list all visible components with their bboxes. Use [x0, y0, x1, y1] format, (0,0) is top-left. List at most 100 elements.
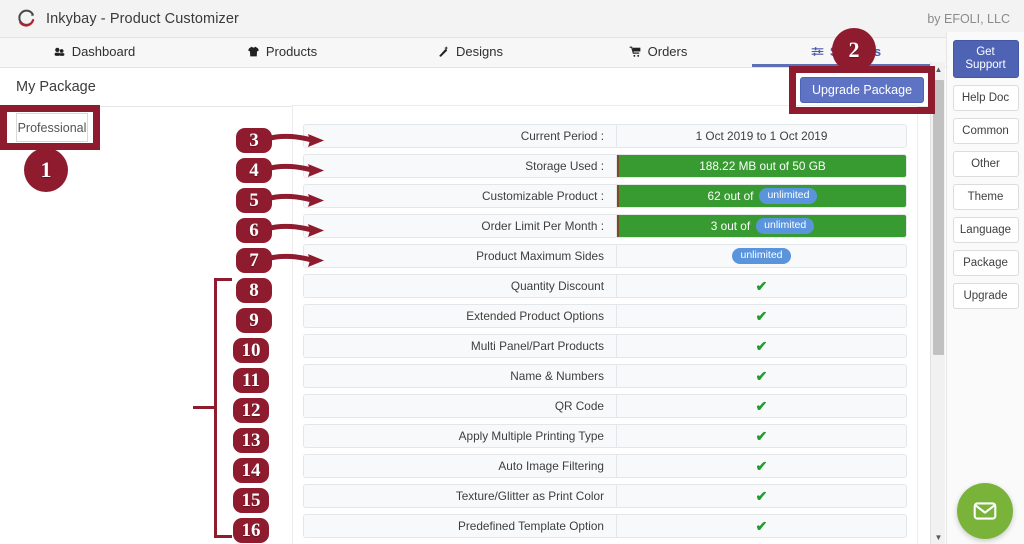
callout-badge-15: 15 [233, 488, 269, 513]
vertical-scrollbar[interactable]: ▲ ▼ [930, 62, 945, 544]
package-feature-table: Current Period : 1 Oct 2019 to 1 Oct 2019… [293, 106, 917, 538]
table-row: Order Limit Per Month : 3 out of unlimited [303, 214, 907, 238]
feature-value-text: 3 out of [710, 219, 751, 233]
tab-label: Products [265, 43, 318, 59]
feature-label: Storage Used : [304, 155, 617, 177]
callout-badge-1: 1 [24, 148, 68, 192]
table-row: QR Code ✔ [303, 394, 907, 418]
feature-label: QR Code [304, 395, 617, 417]
check-icon: ✔ [755, 428, 768, 444]
check-icon: ✔ [755, 368, 768, 384]
callout-badge-3: 3 [236, 128, 272, 153]
feature-value: ✔ [617, 305, 906, 327]
feature-value: ✔ [617, 335, 906, 357]
title-bar: Inkybay - Product Customizer by EFOLI, L… [0, 0, 1024, 38]
callout-badge-9: 9 [236, 308, 272, 333]
feature-label: Predefined Template Option [304, 515, 617, 537]
magic-wand-icon [437, 45, 450, 58]
tab-products[interactable]: Products [188, 38, 376, 67]
sidebar-button-common[interactable]: Common [952, 118, 1019, 144]
vendor-byline: by EFOLI, LLC [927, 12, 1010, 26]
callout-arrow-6 [263, 221, 328, 246]
callout-badge-16: 16 [233, 518, 269, 543]
unlimited-badge: unlimited [759, 188, 818, 204]
page-title: My Package [16, 79, 96, 95]
table-row: Texture/Glitter as Print Color ✔ [303, 484, 907, 508]
feature-label: Multi Panel/Part Products [304, 335, 617, 357]
tab-label: Designs [456, 43, 503, 59]
sidebar-button-other[interactable]: Other [952, 151, 1019, 177]
table-row: Apply Multiple Printing Type ✔ [303, 424, 907, 448]
app-title: Inkybay - Product Customizer [46, 10, 239, 27]
feature-label: Texture/Glitter as Print Color [304, 485, 617, 507]
feature-value: ✔ [617, 485, 906, 507]
table-row: Auto Image Filtering ✔ [303, 454, 907, 478]
feature-value: 1 Oct 2019 to 1 Oct 2019 [617, 125, 906, 147]
current-plan-label: Professional [16, 113, 88, 142]
feature-label: Current Period : [304, 125, 617, 147]
scrollbar-thumb[interactable] [933, 80, 944, 355]
feature-value-text: 188.22 MB out of 50 GB [699, 159, 826, 173]
table-row: Current Period : 1 Oct 2019 to 1 Oct 2019 [303, 124, 907, 148]
callout-badge-7: 7 [236, 248, 272, 273]
feature-label: Extended Product Options [304, 305, 617, 327]
table-row: Storage Used : 188.22 MB out of 50 GB [303, 154, 907, 178]
feature-value: ✔ [617, 365, 906, 387]
tab-label: Orders [647, 43, 688, 59]
unlimited-badge: unlimited [732, 248, 791, 264]
sidebar-button-package[interactable]: Package [952, 250, 1019, 276]
sliders-icon [811, 45, 824, 58]
check-icon: ✔ [755, 458, 768, 474]
check-icon: ✔ [755, 278, 768, 294]
tab-orders[interactable]: Orders [564, 38, 752, 67]
callout-badge-14: 14 [233, 458, 269, 483]
sidebar-button-upgrade[interactable]: Upgrade [952, 283, 1019, 309]
tab-dashboard[interactable]: Dashboard [0, 38, 188, 67]
sidebar-button-help-doc[interactable]: Help Doc [952, 85, 1019, 111]
check-icon: ✔ [755, 308, 768, 324]
feature-value-text: 1 Oct 2019 to 1 Oct 2019 [695, 129, 828, 143]
table-row: Name & Numbers ✔ [303, 364, 907, 388]
feature-value: ✔ [617, 425, 906, 447]
feature-group-bracket-stub [193, 406, 217, 409]
table-row: Product Maximum Sides unlimited [303, 244, 907, 268]
feature-value: 3 out of unlimited [617, 215, 906, 237]
feature-label: Auto Image Filtering [304, 455, 617, 477]
feature-label: Name & Numbers [304, 365, 617, 387]
callout-badge-13: 13 [233, 428, 269, 453]
callout-badge-10: 10 [233, 338, 269, 363]
table-row: Customizable Product : 62 out of unlimited [303, 184, 907, 208]
scroll-down-arrow-icon[interactable]: ▼ [931, 530, 946, 544]
callout-arrow-4 [263, 161, 328, 186]
callout-badge-8: 8 [236, 278, 272, 303]
table-row: Multi Panel/Part Products ✔ [303, 334, 907, 358]
callout-arrow-3 [263, 131, 328, 156]
table-row: Predefined Template Option ✔ [303, 514, 907, 538]
callout-badge-12: 12 [233, 398, 269, 423]
contact-chat-button[interactable] [957, 483, 1013, 539]
app-window: Inkybay - Product Customizer by EFOLI, L… [0, 0, 1024, 544]
tab-designs[interactable]: Designs [376, 38, 564, 67]
tab-label: Dashboard [71, 43, 136, 59]
tshirt-icon [247, 45, 260, 58]
check-icon: ✔ [755, 488, 768, 504]
feature-value: ✔ [617, 455, 906, 477]
feature-value: ✔ [617, 395, 906, 417]
feature-label: Quantity Discount [304, 275, 617, 297]
upgrade-package-button[interactable]: Upgrade Package [800, 77, 924, 103]
feature-label: Apply Multiple Printing Type [304, 425, 617, 447]
callout-arrow-7 [263, 251, 328, 276]
table-row: Quantity Discount ✔ [303, 274, 907, 298]
callout-badge-4: 4 [236, 158, 272, 183]
feature-value: unlimited [617, 245, 906, 267]
sidebar-button-get-support[interactable]: Get Support [952, 40, 1019, 78]
dashboard-icon [53, 45, 66, 58]
right-sidebar: Get Support Help Doc Common Other Theme Langu… [946, 32, 1024, 544]
feature-label: Customizable Product : [304, 185, 617, 207]
cart-icon [629, 45, 642, 58]
sidebar-button-language[interactable]: Language [952, 217, 1019, 243]
callout-badge-5: 5 [236, 188, 272, 213]
sidebar-button-theme[interactable]: Theme [952, 184, 1019, 210]
feature-label: Order Limit Per Month : [304, 215, 617, 237]
envelope-icon [973, 502, 997, 520]
